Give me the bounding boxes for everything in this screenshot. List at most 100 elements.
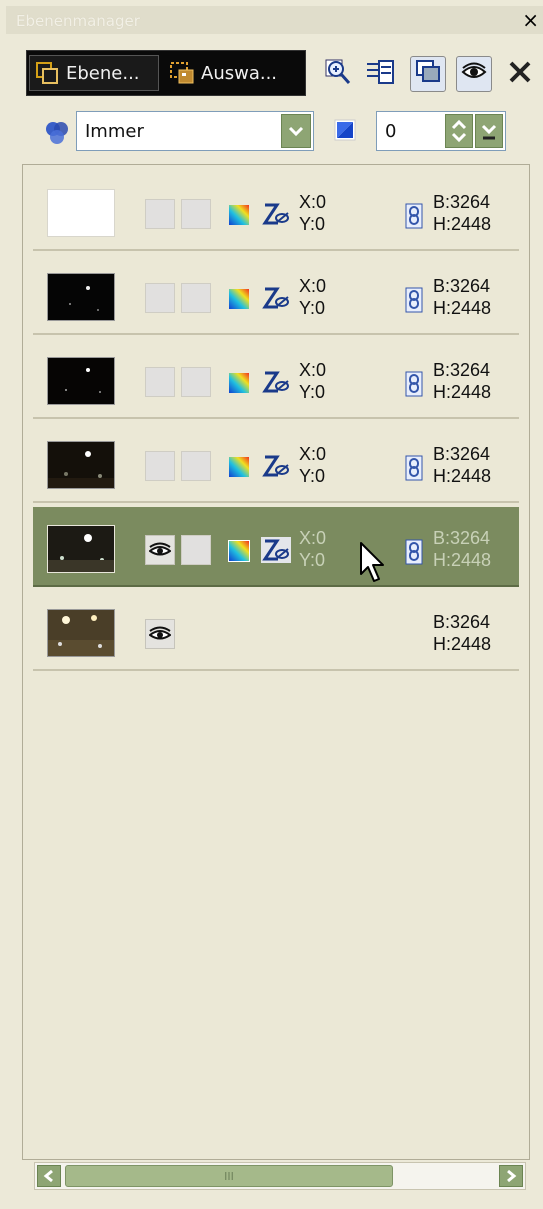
layer-thumbnail — [47, 357, 115, 405]
layer-thumbnail — [47, 525, 115, 573]
layer-position: X:0 Y:0 — [299, 275, 326, 319]
link-icon[interactable] — [405, 371, 423, 397]
layer-x: X:0 — [299, 528, 327, 548]
layer-height: H:2448 — [433, 382, 492, 402]
close-panel-button[interactable] — [502, 56, 538, 92]
window-close-button[interactable]: × — [522, 8, 539, 32]
layer-x: X:0 — [299, 276, 327, 296]
tab-selection-label: Auswa... — [201, 62, 278, 84]
title-bar: Ebenenmanager × — [6, 6, 543, 34]
visibility-slot[interactable] — [145, 451, 175, 481]
chevron-down-icon[interactable] — [281, 114, 311, 148]
stepper-down-icon[interactable] — [475, 114, 503, 148]
link-icon[interactable] — [405, 203, 423, 229]
link-icon[interactable] — [405, 539, 423, 565]
layer-row-selected[interactable]: X:0 Y:0 B:3264 H:2448 — [33, 507, 519, 587]
link-icon[interactable] — [405, 455, 423, 481]
layers-tab-icon — [34, 60, 60, 86]
layer-width: B:3264 — [433, 360, 491, 380]
lock-slot[interactable] — [181, 535, 211, 565]
tab-group: Ebene... Auswa... — [26, 50, 306, 96]
color-gradient-icon[interactable] — [227, 287, 251, 311]
blend-mode-icon — [42, 120, 72, 146]
visibility-toggle-icon — [461, 62, 487, 86]
layer-height: H:2448 — [433, 298, 492, 318]
layer-position: X:0 Y:0 — [299, 443, 326, 487]
visibility-eye-icon[interactable] — [145, 619, 175, 649]
color-gradient-icon[interactable] — [227, 203, 251, 227]
stepper-up-down-icon[interactable] — [445, 114, 473, 148]
layer-position: X:0 Y:0 — [299, 359, 326, 403]
tab-selection[interactable]: Auswa... — [165, 55, 301, 91]
opacity-stepper[interactable]: 0 — [376, 111, 506, 151]
layer-thumbnail — [47, 609, 115, 657]
layer-height: H:2448 — [433, 214, 492, 234]
layer-effects-icon[interactable] — [261, 285, 291, 311]
layer-x: X:0 — [299, 192, 327, 212]
layer-width: B:3264 — [433, 528, 491, 548]
visibility-slot[interactable] — [145, 199, 175, 229]
lock-slot[interactable] — [181, 367, 211, 397]
blend-mode-value: Immer — [85, 121, 144, 142]
layer-width: B:3264 — [433, 276, 491, 296]
layer-size: B:3264 H:2448 — [433, 191, 491, 235]
zoom-icon — [323, 57, 353, 91]
close-x-icon — [507, 59, 533, 89]
layer-size: B:3264 H:2448 — [433, 611, 491, 655]
layer-row[interactable]: X:0 Y:0 B:3264 H:2448 — [33, 171, 519, 251]
color-gradient-icon[interactable] — [227, 371, 251, 395]
layer-height: H:2448 — [433, 550, 492, 570]
visibility-toggle-button[interactable] — [456, 56, 492, 92]
layer-effects-icon[interactable] — [261, 369, 291, 395]
layer-width: B:3264 — [433, 192, 491, 212]
scroll-left-icon[interactable] — [37, 1165, 61, 1187]
overlay-toggle-button[interactable] — [410, 56, 446, 92]
layer-properties-icon — [365, 57, 395, 91]
visibility-slot[interactable] — [145, 283, 175, 313]
layer-x: X:0 — [299, 360, 327, 380]
visibility-eye-icon[interactable] — [145, 535, 175, 565]
layer-y: Y:0 — [299, 298, 326, 318]
layer-y: Y:0 — [299, 214, 326, 234]
layer-row[interactable]: X:0 Y:0 B:3264 H:2448 — [33, 339, 519, 419]
layer-size: B:3264 H:2448 — [433, 275, 491, 319]
layer-row[interactable]: X:0 Y:0 B:3264 H:2448 — [33, 423, 519, 503]
layer-list[interactable]: X:0 Y:0 B:3264 H:2448 X:0 Y:0 B:3264 H:2448 … — [22, 164, 530, 1160]
layer-row[interactable]: X:0 Y:0 B:3264 H:2448 — [33, 255, 519, 335]
tab-layers-label: Ebene... — [66, 62, 140, 84]
color-gradient-icon[interactable] — [227, 455, 251, 479]
opacity-value: 0 — [385, 121, 397, 142]
layer-size: B:3264 H:2448 — [433, 443, 491, 487]
horizontal-scrollbar[interactable]: III — [34, 1162, 526, 1190]
scrollbar-thumb[interactable]: III — [65, 1165, 393, 1187]
lock-slot[interactable] — [181, 451, 211, 481]
opacity-icon — [333, 118, 357, 142]
layer-x: X:0 — [299, 444, 327, 464]
layer-size: B:3264 H:2448 — [433, 359, 491, 403]
layer-width: B:3264 — [433, 444, 491, 464]
layer-properties-button[interactable] — [362, 56, 398, 92]
layer-y: Y:0 — [299, 466, 326, 486]
mouse-cursor-icon — [358, 540, 388, 586]
layer-effects-icon[interactable] — [261, 453, 291, 479]
color-gradient-icon[interactable] — [227, 539, 251, 563]
layer-effects-icon[interactable] — [261, 201, 291, 227]
link-icon[interactable] — [405, 287, 423, 313]
layer-thumbnail — [47, 273, 115, 321]
layer-thumbnail — [47, 441, 115, 489]
blend-mode-select[interactable]: Immer — [76, 111, 314, 151]
scroll-right-icon[interactable] — [499, 1165, 523, 1187]
layer-thumbnail — [47, 189, 115, 237]
layer-height: H:2448 — [433, 466, 492, 486]
layer-row-background[interactable]: B:3264 H:2448 — [33, 591, 519, 671]
lock-slot[interactable] — [181, 283, 211, 313]
window-title: Ebenenmanager — [16, 12, 140, 30]
layer-y: Y:0 — [299, 550, 326, 570]
visibility-slot[interactable] — [145, 367, 175, 397]
layer-width: B:3264 — [433, 612, 491, 632]
zoom-button[interactable] — [320, 56, 356, 92]
layer-effects-icon[interactable] — [261, 537, 291, 563]
lock-slot[interactable] — [181, 199, 211, 229]
tab-layers[interactable]: Ebene... — [29, 55, 159, 91]
layer-size: B:3264 H:2448 — [433, 527, 491, 571]
